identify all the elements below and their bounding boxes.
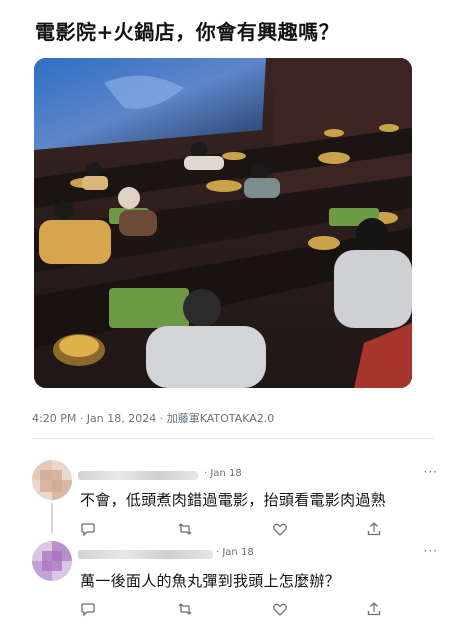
blurred-username <box>78 471 198 480</box>
retweet-icon[interactable] <box>177 601 193 617</box>
avatar[interactable] <box>32 460 72 500</box>
cinema-hotpot-photo <box>34 58 412 388</box>
more-icon[interactable]: ··· <box>424 544 438 558</box>
retweet-icon[interactable] <box>177 521 193 537</box>
thread-line <box>51 503 53 533</box>
reply-actions <box>80 521 400 537</box>
reply-icon[interactable] <box>80 601 96 617</box>
reply-text: 萬一後面人的魚丸彈到我頭上怎麼辦？ <box>80 572 341 590</box>
reply-date: · Jan 18 <box>204 468 242 479</box>
reply-text: 不會，低頭煮肉錯過電影，抬頭看電影肉過熟 <box>80 491 387 509</box>
reply-actions <box>80 601 400 617</box>
divider <box>32 438 434 439</box>
post-photo[interactable] <box>34 58 412 388</box>
more-icon[interactable]: ··· <box>424 465 438 479</box>
post-timestamp: 4:20 PM · Jan 18, 2024 · 加藤軍KATOTAKA2.0 <box>32 412 275 425</box>
share-icon[interactable] <box>366 521 382 537</box>
reply-date: · Jan 18 <box>216 547 254 558</box>
reply-icon[interactable] <box>80 521 96 537</box>
post-title: 電影院+火鍋店，你會有興趣嗎？ <box>35 20 340 44</box>
like-icon[interactable] <box>272 521 288 537</box>
reply-item[interactable]: · Jan 18 ··· 不會，低頭煮肉錯過電影，抬頭看電影肉過熟 <box>0 455 474 537</box>
avatar[interactable] <box>32 541 72 581</box>
like-icon[interactable] <box>272 601 288 617</box>
reply-item[interactable]: · Jan 18 ··· 萬一後面人的魚丸彈到我頭上怎麼辦？ <box>0 538 474 618</box>
blurred-username <box>78 550 213 559</box>
share-icon[interactable] <box>366 601 382 617</box>
